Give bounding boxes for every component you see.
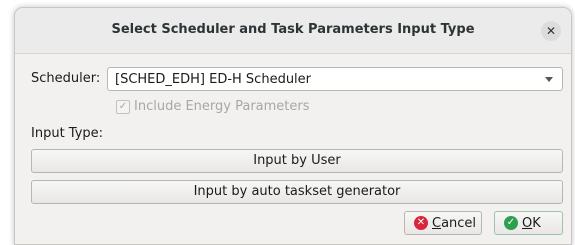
- cancel-button[interactable]: ✕ Cancel: [404, 211, 482, 235]
- input-type-label: Input Type:: [31, 126, 104, 141]
- energy-parameters-checkbox: ✓: [116, 100, 130, 114]
- cancel-icon: ✕: [414, 216, 428, 230]
- energy-parameters-label: Include Energy Parameters: [134, 99, 310, 114]
- input-by-generator-button[interactable]: Input by auto taskset generator: [31, 180, 563, 204]
- dialog-title: Select Scheduler and Task Parameters Inp…: [111, 22, 475, 37]
- cancel-label: Cancel: [432, 216, 477, 231]
- scheduler-selected-value: [SCHED_EDH] ED-H Scheduler: [115, 72, 312, 87]
- ok-label: OK: [522, 216, 541, 231]
- titlebar[interactable]: Select Scheduler and Task Parameters Inp…: [15, 8, 571, 54]
- input-by-user-button[interactable]: Input by User: [31, 149, 563, 173]
- close-icon: ✕: [545, 24, 557, 38]
- chevron-down-icon: [545, 77, 553, 82]
- close-button[interactable]: ✕: [541, 21, 561, 41]
- scheduler-combobox[interactable]: [SCHED_EDH] ED-H Scheduler: [107, 67, 563, 91]
- scheduler-label: Scheduler:: [31, 71, 101, 86]
- check-icon: ✓: [504, 216, 518, 230]
- dialog-window: Select Scheduler and Task Parameters Inp…: [14, 7, 572, 245]
- ok-button[interactable]: ✓ OK: [494, 211, 563, 235]
